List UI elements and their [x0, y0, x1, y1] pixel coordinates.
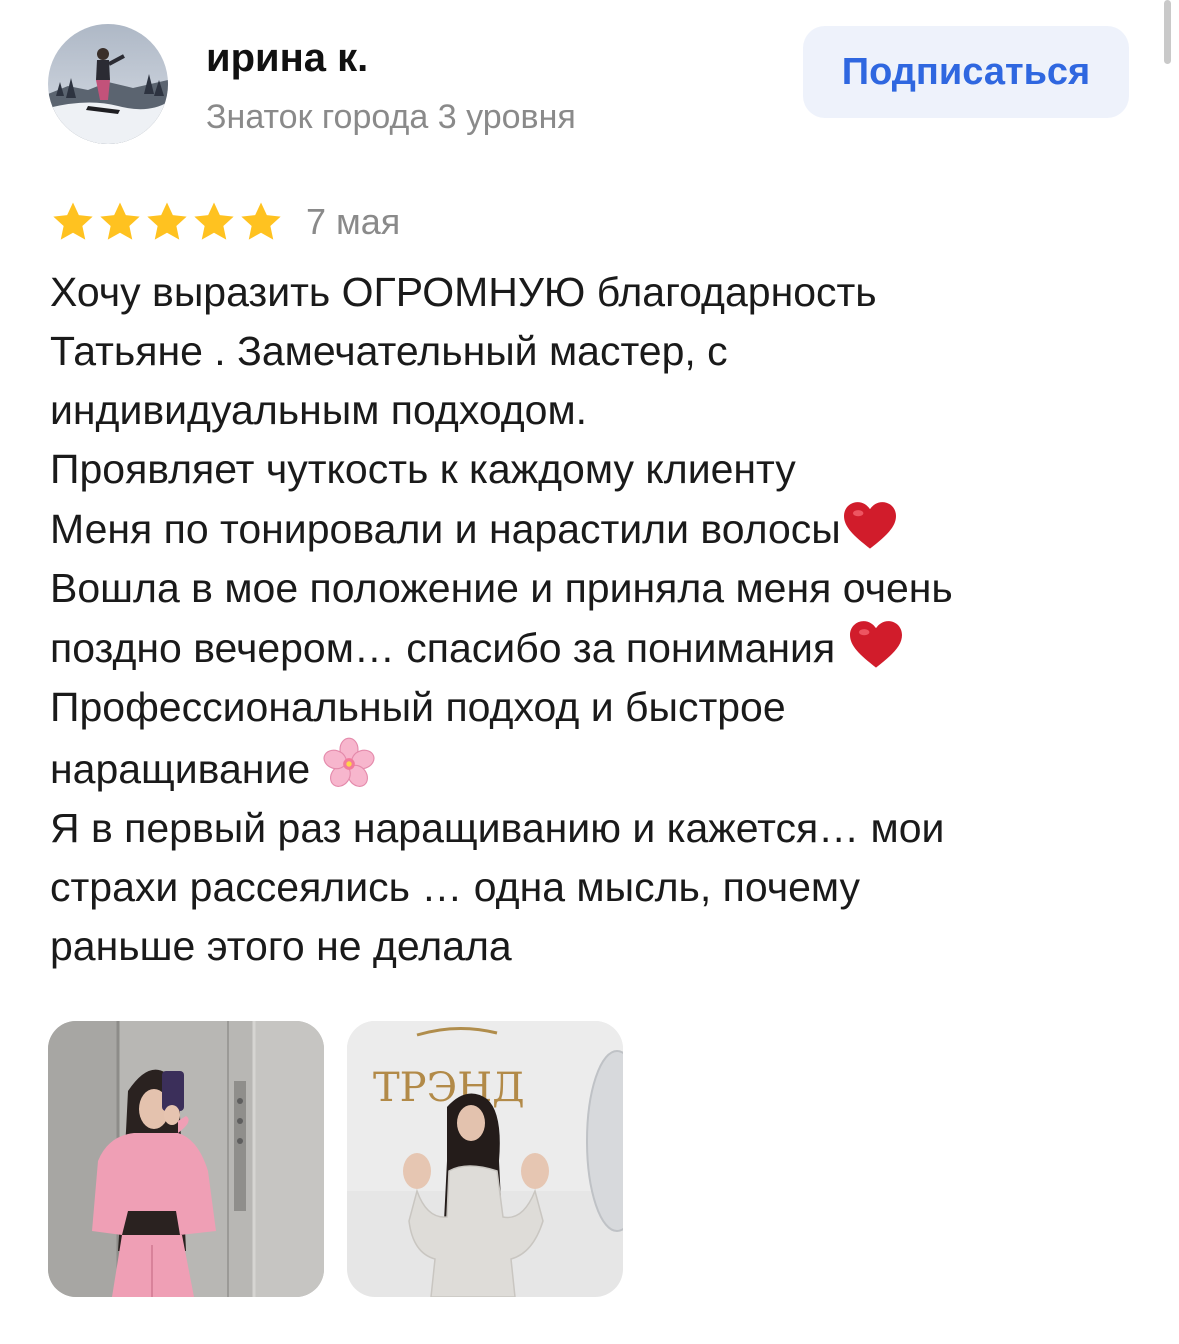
- photo-elevator-selfie: [48, 1021, 324, 1297]
- author-name[interactable]: ирина к.: [206, 36, 368, 81]
- subscribe-button[interactable]: Подписаться: [803, 26, 1129, 118]
- avatar-snowboarder-photo: [48, 24, 168, 144]
- review-date: 7 мая: [306, 201, 401, 242]
- star-icon: [53, 202, 93, 240]
- star-icon: [241, 202, 281, 240]
- review-line: раньше этого не делала: [50, 923, 512, 969]
- review-line: Вошла в мое положение и приняла меня оче…: [50, 565, 953, 611]
- review-line: Я в первый раз наращиванию и кажется… мо…: [50, 805, 945, 851]
- author-avatar[interactable]: [48, 24, 168, 144]
- review-photo-2[interactable]: ТРЭНД: [347, 1021, 623, 1297]
- scrollbar[interactable]: [1164, 0, 1171, 64]
- review-line: поздно вечером… спасибо за понимания: [50, 618, 1140, 678]
- cherry-blossom-icon: [323, 737, 375, 787]
- salon-sign-text: ТРЭНД: [373, 1065, 525, 1111]
- red-heart-icon: [849, 621, 902, 668]
- star-icon: [100, 202, 140, 240]
- review-text: Хочу выразить ОГРОМНУЮ благодарность Тат…: [50, 263, 1140, 976]
- review-line: Татьяне . Замечательный мастер, с: [50, 328, 728, 374]
- star-icon: [194, 202, 234, 240]
- review-line: индивидуальным подходом.: [50, 387, 588, 433]
- rating-stars: [50, 199, 284, 245]
- review-line: Хочу выразить ОГРОМНУЮ благодарность: [50, 269, 877, 315]
- rating-row: 7 мая: [50, 198, 400, 246]
- star-icon: [147, 202, 187, 240]
- review-line: Меня по тонировали и нарастили волосы: [50, 499, 1140, 559]
- review-line: Профессиональный подход и быстрое: [50, 684, 786, 730]
- review-line: наращивание: [50, 737, 1140, 799]
- red-heart-icon: [843, 502, 896, 549]
- review-photo-1[interactable]: [48, 1021, 324, 1297]
- author-level: Знаток города 3 уровня: [206, 98, 576, 136]
- photo-salon-trend: ТРЭНД: [347, 1021, 623, 1297]
- review-line: Проявляет чуткость к каждому клиенту: [50, 446, 796, 492]
- review-line: страхи рассеялись … одна мысль, почему: [50, 864, 861, 910]
